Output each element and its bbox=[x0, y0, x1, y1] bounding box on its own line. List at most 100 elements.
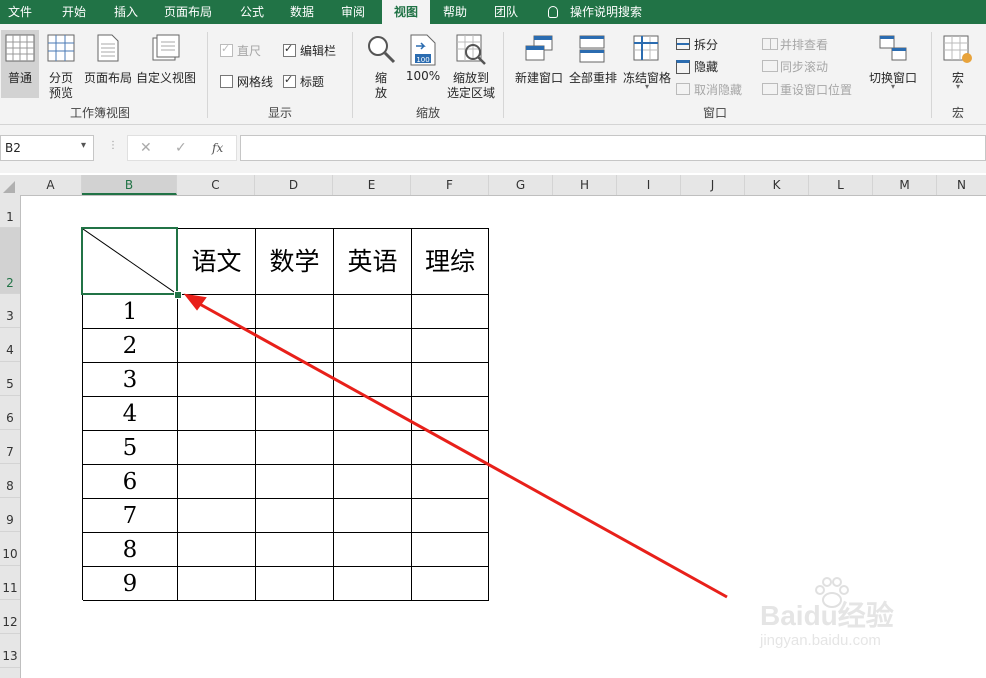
column-header-n[interactable]: N bbox=[937, 175, 986, 195]
subject-header-cell[interactable]: 数学 bbox=[256, 229, 334, 295]
custom-views-icon[interactable] bbox=[152, 34, 180, 62]
insert-function-icon[interactable]: fx bbox=[212, 141, 223, 155]
column-header-e[interactable]: E bbox=[333, 175, 411, 195]
empty-score-cell[interactable] bbox=[334, 465, 412, 499]
empty-score-cell[interactable] bbox=[412, 533, 489, 567]
headings-checkbox[interactable] bbox=[283, 73, 296, 88]
zoom-to-selection-icon[interactable] bbox=[456, 34, 486, 66]
column-header-f[interactable]: F bbox=[411, 175, 489, 195]
row-header-6[interactable]: 6 bbox=[0, 396, 20, 430]
switch-windows-icon[interactable] bbox=[878, 34, 908, 64]
switch-windows-dropdown-icon[interactable]: ▾ bbox=[888, 82, 898, 91]
empty-score-cell[interactable] bbox=[412, 363, 489, 397]
empty-score-cell[interactable] bbox=[334, 295, 412, 329]
freeze-panes-dropdown-icon[interactable]: ▾ bbox=[642, 82, 652, 91]
empty-score-cell[interactable] bbox=[412, 567, 489, 601]
empty-score-cell[interactable] bbox=[178, 397, 256, 431]
gridlines-checkbox[interactable] bbox=[220, 75, 233, 88]
unhide-icon[interactable] bbox=[676, 83, 690, 95]
row-header-10[interactable]: 10 bbox=[0, 532, 20, 566]
enter-icon[interactable]: ✓ bbox=[175, 140, 187, 156]
empty-score-cell[interactable] bbox=[412, 295, 489, 329]
empty-score-cell[interactable] bbox=[334, 397, 412, 431]
empty-score-cell[interactable] bbox=[178, 431, 256, 465]
empty-score-cell[interactable] bbox=[334, 329, 412, 363]
column-header-h[interactable]: H bbox=[553, 175, 617, 195]
subject-header-cell[interactable]: 英语 bbox=[334, 229, 412, 295]
row-number-cell[interactable]: 4 bbox=[83, 397, 178, 431]
zoom-100-icon[interactable]: 100 bbox=[410, 34, 436, 66]
select-all-icon[interactable] bbox=[3, 181, 15, 193]
empty-score-cell[interactable] bbox=[256, 499, 334, 533]
page-break-preview-icon[interactable] bbox=[47, 34, 75, 62]
column-header-i[interactable]: I bbox=[617, 175, 681, 195]
empty-score-cell[interactable] bbox=[256, 465, 334, 499]
tab-home[interactable]: 开始 bbox=[62, 0, 86, 24]
empty-score-cell[interactable] bbox=[256, 431, 334, 465]
row-number-cell[interactable]: 2 bbox=[83, 329, 178, 363]
empty-score-cell[interactable] bbox=[334, 499, 412, 533]
empty-score-cell[interactable] bbox=[256, 567, 334, 601]
empty-score-cell[interactable] bbox=[178, 363, 256, 397]
row-header-11[interactable]: 11 bbox=[0, 566, 20, 600]
row-header-1[interactable]: 1 bbox=[0, 195, 20, 228]
empty-score-cell[interactable] bbox=[178, 465, 256, 499]
empty-score-cell[interactable] bbox=[256, 533, 334, 567]
macros-icon[interactable] bbox=[942, 34, 974, 64]
hide-icon[interactable] bbox=[676, 60, 690, 74]
empty-score-cell[interactable] bbox=[178, 499, 256, 533]
empty-score-cell[interactable] bbox=[256, 295, 334, 329]
row-number-cell[interactable]: 1 bbox=[83, 295, 178, 329]
freeze-panes-icon[interactable] bbox=[632, 34, 660, 64]
row-header-4[interactable]: 4 bbox=[0, 328, 20, 362]
subject-header-cell[interactable]: 理综 bbox=[412, 229, 489, 295]
tab-view[interactable]: 视图 bbox=[382, 0, 430, 24]
row-number-cell[interactable]: 5 bbox=[83, 431, 178, 465]
name-box[interactable]: B2 ▾ bbox=[0, 135, 94, 161]
row-number-cell[interactable]: 8 bbox=[83, 533, 178, 567]
row-header-9[interactable]: 9 bbox=[0, 498, 20, 532]
row-header-7[interactable]: 7 bbox=[0, 430, 20, 464]
tab-team[interactable]: 团队 bbox=[494, 0, 518, 24]
column-header-c[interactable]: C bbox=[177, 175, 255, 195]
empty-score-cell[interactable] bbox=[256, 329, 334, 363]
tab-insert[interactable]: 插入 bbox=[114, 0, 138, 24]
row-number-cell[interactable]: 9 bbox=[83, 567, 178, 601]
arrange-all-icon[interactable] bbox=[578, 34, 606, 64]
column-header-m[interactable]: M bbox=[873, 175, 937, 195]
fill-handle[interactable] bbox=[174, 291, 182, 299]
tab-data[interactable]: 数据 bbox=[290, 0, 314, 24]
column-header-j[interactable]: J bbox=[681, 175, 745, 195]
tab-review[interactable]: 审阅 bbox=[341, 0, 365, 24]
row-header-12[interactable]: 12 bbox=[0, 600, 20, 634]
new-window-icon[interactable] bbox=[524, 34, 554, 64]
row-header-5[interactable]: 5 bbox=[0, 362, 20, 396]
row-header-13[interactable]: 13 bbox=[0, 634, 20, 668]
row-number-cell[interactable]: 3 bbox=[83, 363, 178, 397]
empty-score-cell[interactable] bbox=[334, 567, 412, 601]
empty-score-cell[interactable] bbox=[256, 363, 334, 397]
zoom-magnifier-icon[interactable] bbox=[366, 34, 396, 64]
column-header-d[interactable]: D bbox=[255, 175, 333, 195]
empty-score-cell[interactable] bbox=[334, 363, 412, 397]
subject-header-cell[interactable]: 语文 bbox=[178, 229, 256, 295]
column-header-k[interactable]: K bbox=[745, 175, 809, 195]
row-header-8[interactable]: 8 bbox=[0, 464, 20, 498]
cancel-icon[interactable]: ✕ bbox=[140, 140, 152, 156]
ruler-checkbox[interactable] bbox=[220, 42, 233, 57]
empty-score-cell[interactable] bbox=[412, 329, 489, 363]
macros-dropdown-icon[interactable]: ▾ bbox=[953, 82, 963, 91]
tab-formulas[interactable]: 公式 bbox=[240, 0, 264, 24]
formula-input[interactable] bbox=[240, 135, 986, 161]
split-icon[interactable] bbox=[676, 38, 690, 50]
row-header-3[interactable]: 3 bbox=[0, 294, 20, 328]
empty-score-cell[interactable] bbox=[178, 533, 256, 567]
empty-score-cell[interactable] bbox=[412, 431, 489, 465]
name-box-dropdown-icon[interactable]: ▾ bbox=[81, 140, 86, 151]
empty-score-cell[interactable] bbox=[178, 329, 256, 363]
tell-me-search[interactable]: 操作说明搜索 bbox=[548, 0, 642, 24]
formula-bar-checkbox[interactable] bbox=[283, 42, 296, 57]
page-layout-icon[interactable] bbox=[97, 34, 119, 62]
row-number-cell[interactable]: 7 bbox=[83, 499, 178, 533]
reset-position-icon[interactable] bbox=[762, 83, 778, 95]
